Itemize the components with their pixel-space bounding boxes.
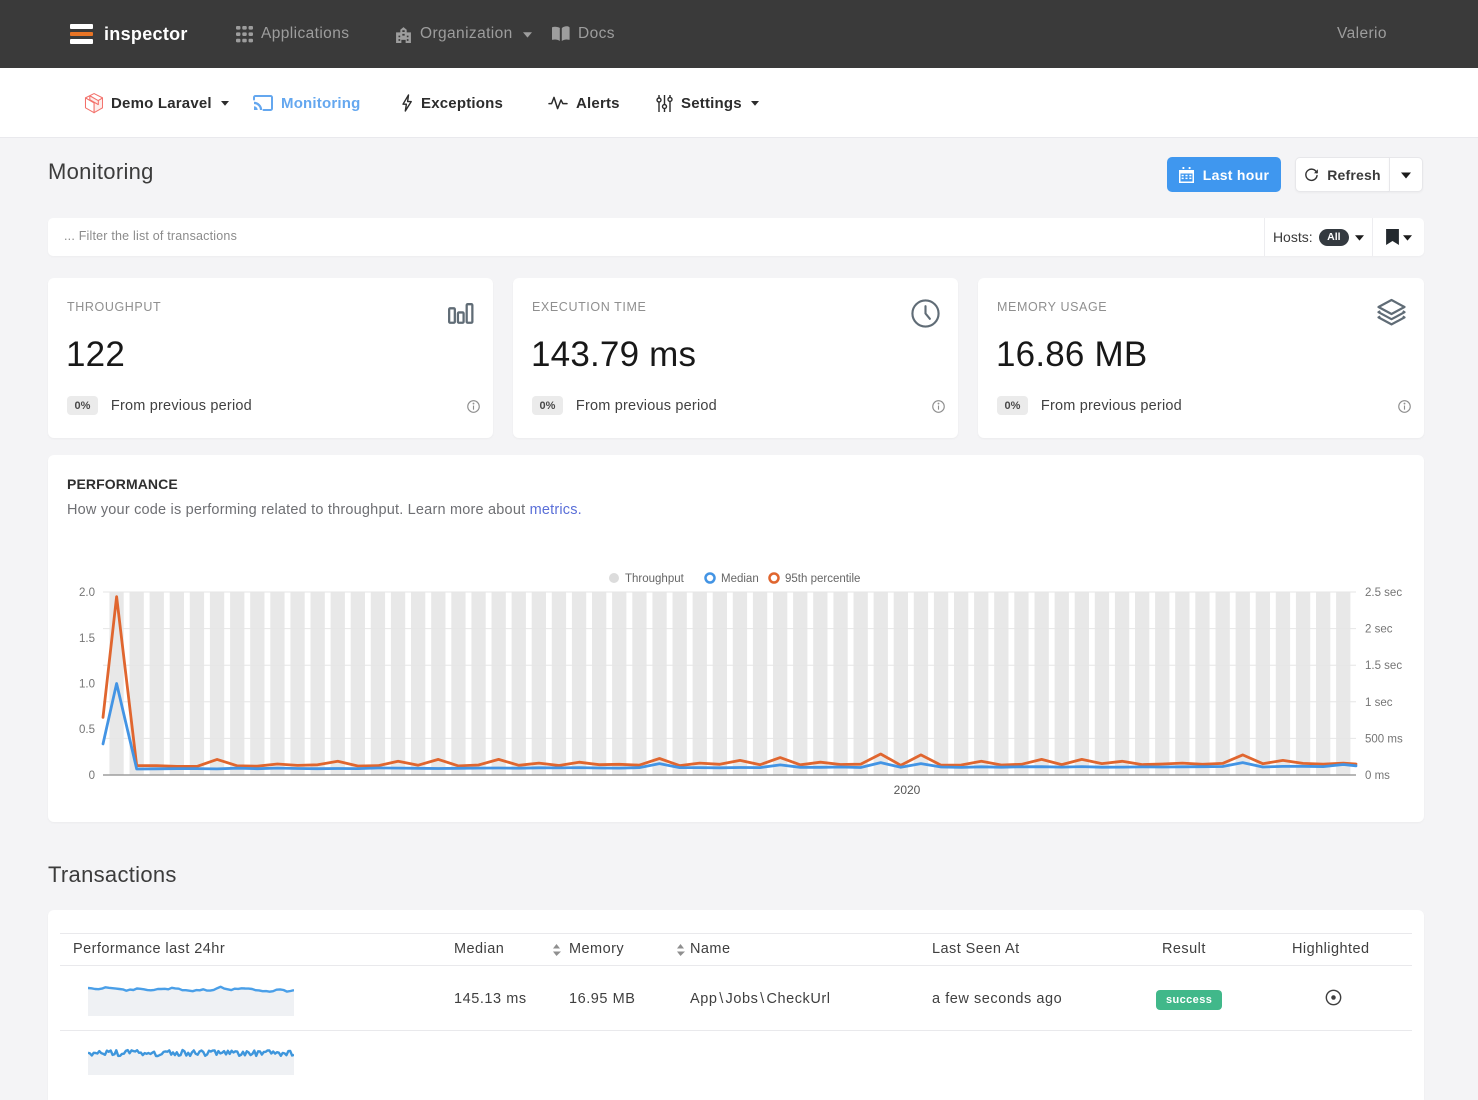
- svg-text:0: 0: [89, 770, 95, 782]
- svg-text:2.0: 2.0: [79, 587, 95, 599]
- svg-text:95th percentile: 95th percentile: [785, 573, 860, 585]
- svg-text:1.0: 1.0: [79, 679, 95, 691]
- svg-text:Throughput: Throughput: [625, 573, 685, 585]
- svg-text:0.5: 0.5: [79, 724, 95, 736]
- svg-text:1 sec: 1 sec: [1365, 697, 1393, 709]
- svg-text:1.5 sec: 1.5 sec: [1365, 660, 1402, 672]
- svg-text:2020: 2020: [894, 783, 921, 797]
- svg-text:2.5 sec: 2.5 sec: [1365, 587, 1402, 599]
- svg-text:Median: Median: [721, 573, 759, 585]
- svg-text:500 ms: 500 ms: [1365, 733, 1403, 745]
- svg-text:2 sec: 2 sec: [1365, 624, 1393, 636]
- svg-text:1.5: 1.5: [79, 633, 95, 645]
- svg-text:0 ms: 0 ms: [1365, 770, 1390, 782]
